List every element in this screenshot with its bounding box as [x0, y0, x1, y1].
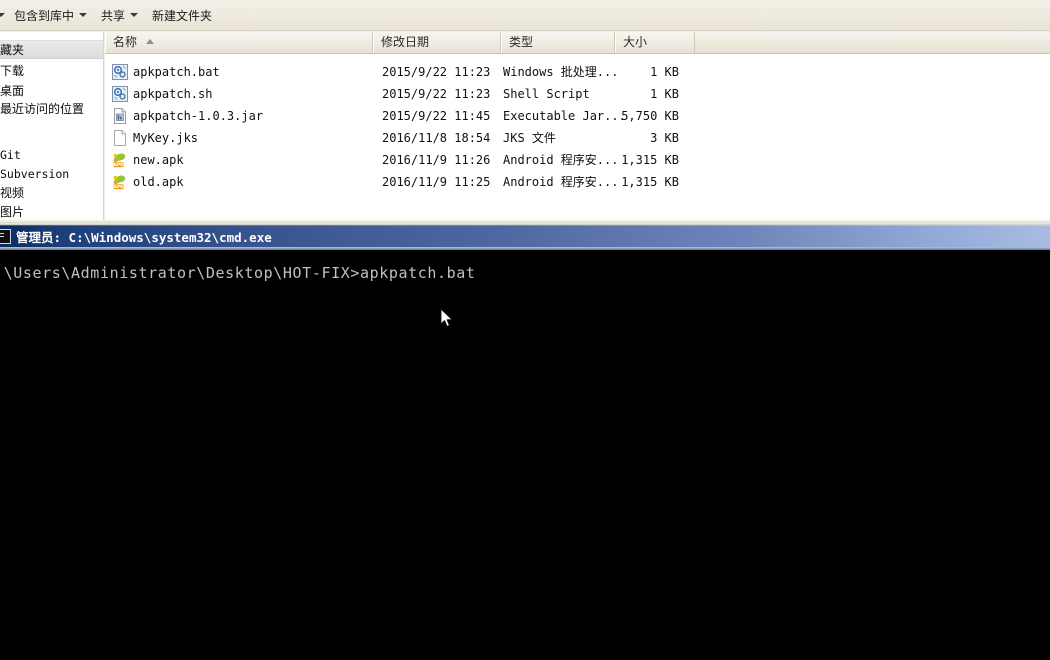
- file-size: 1,315 KB: [621, 153, 679, 167]
- file-type: Windows 批处理...: [503, 65, 619, 79]
- column-header-date-label: 修改日期: [381, 35, 430, 49]
- cmd-title-bar[interactable]: 管理员: C:\Windows\system32\cmd.exe: [0, 225, 1050, 247]
- svg-text:APK: APK: [113, 184, 124, 190]
- toolbar-overflow-chevron[interactable]: [0, 4, 7, 26]
- sidebar-item-git[interactable]: Git: [0, 146, 103, 165]
- file-type: Android 程序安...: [503, 153, 619, 167]
- column-header-name[interactable]: 名称: [105, 32, 373, 53]
- table-row[interactable]: apkpatch-1.0.3.jar 2015/9/22 11:45 Execu…: [105, 105, 1050, 127]
- file-type: JKS 文件: [503, 131, 556, 145]
- include-in-library-label: 包含到库中: [14, 8, 75, 23]
- file-size: 1 KB: [650, 65, 679, 79]
- file-size: 5,750 KB: [621, 109, 679, 123]
- share-with-button[interactable]: 共享: [94, 4, 145, 26]
- new-folder-label: 新建文件夹: [152, 8, 213, 23]
- windows-explorer-window: 包含到库中 共享 新建文件夹 藏夹 下载 桌面 最近访问的位置 Git Subv…: [0, 0, 1050, 222]
- apk-file-icon: APK: [113, 175, 126, 190]
- sidebar-item-label: 藏夹: [0, 43, 25, 57]
- table-row[interactable]: MyKey.jks 2016/11/8 18:54 JKS 文件 3 KB: [105, 127, 1050, 149]
- sidebar-item-favorites[interactable]: 藏夹: [0, 40, 103, 59]
- sidebar-item-downloads[interactable]: 下载: [0, 62, 103, 81]
- file-date: 2015/9/22 11:23: [382, 65, 491, 79]
- column-header-row: 名称 修改日期 类型 大小: [105, 32, 1050, 54]
- sidebar-item-label: 桌面: [0, 84, 25, 98]
- file-date: 2016/11/9 11:26: [382, 153, 491, 167]
- bat-script-icon: [112, 64, 128, 80]
- console-output-area[interactable]: :\Users\Administrator\Desktop\HOT-FIX>ap…: [0, 250, 1050, 660]
- column-header-date[interactable]: 修改日期: [373, 32, 501, 53]
- generic-file-icon: [114, 130, 126, 146]
- column-header-name-label: 名称: [113, 35, 138, 49]
- sidebar-item-recent-places[interactable]: 最近访问的位置: [0, 100, 103, 119]
- column-header-type[interactable]: 类型: [501, 32, 615, 53]
- file-name[interactable]: new.apk: [133, 149, 184, 171]
- file-date: 2015/9/22 11:45: [382, 109, 491, 123]
- file-name[interactable]: MyKey.jks: [133, 127, 198, 149]
- sidebar-item-label: 视频: [0, 186, 25, 200]
- sidebar-item-desktop[interactable]: 桌面: [0, 82, 103, 101]
- column-header-type-label: 类型: [509, 35, 534, 49]
- svg-text:APK: APK: [113, 162, 124, 168]
- sh-script-icon: [112, 86, 128, 102]
- cmd-window-icon: [0, 228, 11, 244]
- table-row[interactable]: apkpatch.sh 2015/9/22 11:23 Shell Script…: [105, 83, 1050, 105]
- sidebar-item-libraries[interactable]: [0, 124, 103, 143]
- chevron-down-icon: [79, 13, 88, 17]
- file-name[interactable]: apkpatch.bat: [133, 61, 220, 83]
- include-in-library-button[interactable]: 包含到库中: [7, 4, 94, 26]
- sidebar-item-label: 下载: [0, 64, 25, 78]
- share-with-label: 共享: [101, 8, 126, 23]
- file-name[interactable]: apkpatch.sh: [133, 83, 212, 105]
- file-type: Android 程序安...: [503, 175, 619, 189]
- explorer-toolbar: 包含到库中 共享 新建文件夹: [0, 0, 1050, 31]
- chevron-down-icon: [130, 13, 139, 17]
- console-line: :\Users\Administrator\Desktop\HOT-FIX>ap…: [0, 264, 476, 282]
- file-name[interactable]: apkpatch-1.0.3.jar: [133, 105, 263, 127]
- new-folder-button[interactable]: 新建文件夹: [145, 4, 219, 26]
- sidebar-item-pictures[interactable]: 图片: [0, 203, 103, 220]
- sidebar-item-label: 图片: [0, 205, 25, 219]
- screen-root: 包含到库中 共享 新建文件夹 藏夹 下载 桌面 最近访问的位置 Git Subv…: [0, 0, 1050, 660]
- cmd-title-text: 管理员: C:\Windows\system32\cmd.exe: [16, 229, 272, 245]
- jar-file-icon: [114, 108, 126, 124]
- table-row[interactable]: apkpatch.bat 2015/9/22 11:23 Windows 批处理…: [105, 61, 1050, 83]
- file-size: 3 KB: [650, 131, 679, 145]
- sidebar-item-videos[interactable]: 视频: [0, 184, 103, 203]
- sidebar-item-label: Subversion: [0, 167, 70, 181]
- file-name[interactable]: old.apk: [133, 171, 184, 193]
- table-row[interactable]: APK new.apk 2016/11/9 11:26 Android 程序安.…: [105, 149, 1050, 171]
- file-date: 2016/11/8 18:54: [382, 131, 491, 145]
- file-size: 1 KB: [650, 87, 679, 101]
- table-row[interactable]: APK old.apk 2016/11/9 11:25 Android 程序安.…: [105, 171, 1050, 193]
- file-date: 2016/11/9 11:25: [382, 175, 491, 189]
- sidebar-item-subversion[interactable]: Subversion: [0, 165, 103, 184]
- chevron-down-icon: [0, 13, 5, 17]
- column-header-size-label: 大小: [623, 35, 648, 49]
- file-list-pane[interactable]: 名称 修改日期 类型 大小 apkpatch.bat 2015/9/22 11:…: [105, 32, 1050, 220]
- sidebar-item-label: Git: [0, 148, 21, 162]
- sidebar-item-label: 最近访问的位置: [0, 102, 85, 116]
- file-size: 1,315 KB: [621, 175, 679, 189]
- command-prompt-window: 管理员: C:\Windows\system32\cmd.exe :\Users…: [0, 222, 1050, 660]
- navigation-pane[interactable]: 藏夹 下载 桌面 最近访问的位置 Git Subversion 视频 图片: [0, 32, 104, 220]
- file-type: Shell Script: [503, 87, 590, 101]
- sort-ascending-icon: [145, 39, 154, 44]
- apk-file-icon: APK: [113, 153, 126, 168]
- column-header-size[interactable]: 大小: [615, 32, 695, 53]
- file-date: 2015/9/22 11:23: [382, 87, 491, 101]
